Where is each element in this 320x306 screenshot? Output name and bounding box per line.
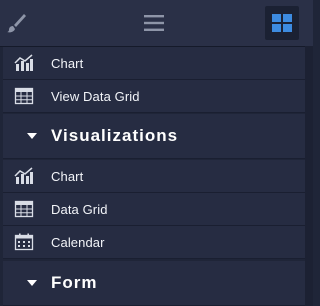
sidebar-panel: Chart View Data Grid Visualizations Char… bbox=[0, 0, 313, 306]
section-header-form[interactable]: Form bbox=[3, 261, 305, 306]
chart-icon bbox=[14, 54, 33, 71]
scroll-gutter bbox=[305, 46, 313, 306]
caret-down-icon bbox=[27, 133, 37, 139]
section-header-visualizations[interactable]: Visualizations bbox=[3, 114, 305, 159]
menu-item-label: Calendar bbox=[51, 234, 105, 250]
data-grid-icon bbox=[14, 87, 34, 105]
menu-item-label: Chart bbox=[51, 55, 84, 71]
menu-item-data-grid[interactable]: Data Grid bbox=[3, 193, 305, 226]
section-title: Form bbox=[51, 273, 98, 292]
menu-item-view-data-grid[interactable]: View Data Grid bbox=[3, 80, 305, 113]
paintbrush-button[interactable] bbox=[0, 0, 32, 46]
menu-button[interactable] bbox=[134, 0, 174, 46]
grid-view-icon bbox=[272, 14, 292, 32]
caret-down-icon bbox=[27, 280, 37, 286]
menu-item-label: Data Grid bbox=[51, 201, 108, 217]
menu-item-label: View Data Grid bbox=[51, 88, 140, 104]
grid-view-button[interactable] bbox=[265, 6, 299, 40]
menu-item-label: Chart bbox=[51, 168, 84, 184]
hamburger-menu-icon bbox=[144, 15, 164, 31]
chart-icon bbox=[14, 167, 33, 184]
calendar-icon bbox=[14, 233, 34, 251]
menu-item-chart[interactable]: Chart bbox=[3, 160, 305, 193]
menu-item-chart[interactable]: Chart bbox=[3, 47, 305, 80]
toolbar bbox=[0, 0, 313, 47]
menu-item-calendar[interactable]: Calendar bbox=[3, 226, 305, 259]
section-title: Visualizations bbox=[51, 126, 179, 145]
paintbrush-icon bbox=[7, 14, 26, 33]
data-grid-icon bbox=[14, 200, 34, 218]
